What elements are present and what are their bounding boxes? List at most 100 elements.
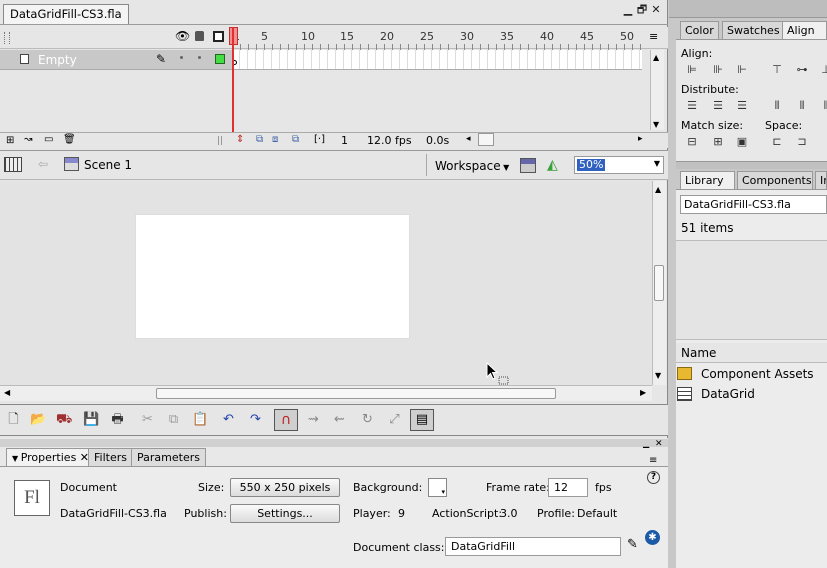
library-item[interactable]: DataGrid — [676, 384, 827, 404]
edit-multiple-icon[interactable]: ⧉ — [292, 134, 299, 145]
undo-icon[interactable]: ↶ — [221, 412, 236, 427]
space-vertical-icon[interactable]: ⊏ — [769, 135, 785, 149]
align-right-icon[interactable]: ⊩ — [734, 63, 750, 77]
visibility-dot-icon[interactable] — [180, 56, 183, 59]
lock-dot-icon[interactable] — [198, 56, 201, 59]
library-file-select[interactable]: DataGridFill-CS3.fla — [680, 195, 827, 214]
layer-frames[interactable] — [232, 50, 642, 70]
scroll-up-icon[interactable]: ▲ — [655, 185, 661, 194]
folder-icon[interactable]: ▭ — [44, 134, 53, 145]
edit-class-pencil-icon[interactable]: ✎ — [627, 537, 638, 552]
stage-hscroll-thumb[interactable] — [156, 388, 556, 399]
scroll-down-icon[interactable]: ▼ — [653, 120, 659, 129]
distribute-top-icon[interactable]: ☰ — [684, 99, 700, 113]
tab-components[interactable]: Components — [737, 171, 813, 189]
edit-symbols-icon[interactable]: ◭ — [547, 157, 558, 173]
workspace-menu[interactable]: Workspace ▼ — [435, 159, 509, 173]
library-name-column-header[interactable]: Name — [676, 343, 827, 363]
insert-layer-icon[interactable]: ⊞ — [6, 135, 14, 146]
align-bottom-icon[interactable]: ⊥ — [818, 63, 827, 77]
tab-parameters[interactable]: Parameters — [131, 448, 206, 466]
scroll-left-icon[interactable]: ◀ — [4, 388, 10, 397]
match-width-icon[interactable]: ⊟ — [684, 135, 700, 149]
print-icon[interactable]: 🖶 — [110, 412, 125, 427]
size-button[interactable]: 550 x 250 pixels — [230, 478, 340, 497]
tab-properties[interactable]: ▼ Properties ✕ — [6, 448, 96, 466]
close-icon[interactable]: ✕ — [650, 4, 662, 16]
panel-menu-icon[interactable]: ≡ — [649, 455, 657, 466]
timeline-menu-icon[interactable]: ≡ — [649, 30, 658, 43]
rotate-icon[interactable]: ↻ — [360, 412, 375, 427]
accessibility-icon[interactable]: ✱ — [645, 530, 660, 545]
align-left-icon[interactable]: ⊫ — [684, 63, 700, 77]
distribute-bottom-icon[interactable]: ☰ — [734, 99, 750, 113]
copy-icon[interactable]: ⧉ — [166, 412, 181, 427]
distribute-left-icon[interactable]: ⫴ — [769, 99, 785, 113]
scene-label[interactable]: Scene 1 — [84, 158, 132, 172]
cut-icon[interactable]: ✂ — [140, 412, 155, 427]
align-vcenter-icon[interactable]: ⊶ — [794, 63, 810, 77]
straighten-icon[interactable]: ⇜ — [332, 412, 347, 427]
zoom-dropdown-icon[interactable]: ▼ — [654, 159, 660, 168]
minimize-icon[interactable]: ▁ — [622, 4, 634, 16]
timeline-toggle-icon[interactable] — [4, 157, 22, 172]
tab-filters[interactable]: Filters — [88, 448, 133, 466]
onion-markers-icon[interactable]: [·] — [314, 134, 325, 145]
tab-color[interactable]: Color — [680, 21, 719, 39]
new-file-icon[interactable]: 🗋 — [6, 412, 21, 427]
help-icon[interactable]: ? — [647, 471, 660, 484]
outline-icon[interactable] — [213, 31, 224, 42]
paste-icon[interactable]: 📋 — [192, 412, 208, 427]
lock-icon[interactable] — [195, 31, 204, 41]
panel-close-icon[interactable]: ✕ — [655, 439, 663, 449]
align-top-icon[interactable]: ⊤ — [769, 63, 785, 77]
scroll-right-icon[interactable]: ▸ — [638, 134, 643, 144]
align-toggle-icon[interactable]: ▤ — [410, 409, 434, 431]
tab-library[interactable]: Library ✕ — [680, 171, 735, 204]
scroll-down-icon[interactable]: ▼ — [655, 371, 661, 380]
back-arrow-icon[interactable]: ⇦ — [38, 157, 48, 171]
stage[interactable] — [135, 214, 410, 339]
space-horizontal-icon[interactable]: ⊐ — [794, 135, 810, 149]
motion-guide-icon[interactable]: ↝ — [24, 134, 32, 145]
open-recent-icon[interactable]: ⛟ — [56, 412, 72, 427]
layer-color-swatch[interactable] — [215, 54, 225, 64]
edit-scene-icon[interactable] — [520, 158, 536, 173]
scroll-up-icon[interactable]: ▲ — [653, 53, 659, 62]
publish-settings-button[interactable]: Settings... — [230, 504, 340, 523]
tab-swatches[interactable]: Swatches — [722, 21, 785, 39]
match-height-icon[interactable]: ⊞ — [710, 135, 726, 149]
center-frame-icon[interactable]: ⇕ — [236, 134, 244, 145]
timeline-hscroll-thumb[interactable] — [478, 133, 494, 146]
library-item[interactable]: Component Assets — [676, 364, 827, 384]
tab-align[interactable]: Align ✕ — [782, 21, 827, 54]
trash-icon[interactable]: 🗑 — [63, 134, 76, 145]
snap-magnet-icon[interactable]: ∩ — [274, 409, 298, 431]
timeline-scrollbar[interactable] — [650, 50, 664, 130]
match-both-icon[interactable]: ▣ — [734, 135, 750, 149]
background-color-swatch[interactable]: ▾ — [428, 478, 447, 497]
frame-rate-input[interactable]: 12 — [548, 478, 588, 497]
open-folder-icon[interactable]: 📂 — [30, 412, 46, 427]
document-tab[interactable]: DataGridFill-CS3.fla — [3, 4, 129, 24]
scale-icon[interactable]: ⤢ — [387, 412, 402, 427]
restore-icon[interactable]: 🗗 — [636, 4, 648, 16]
layer-row[interactable] — [0, 50, 232, 70]
stage-vscroll-thumb[interactable] — [654, 265, 664, 301]
smooth-icon[interactable]: ⇝ — [306, 412, 321, 427]
tab-info[interactable]: In — [815, 171, 827, 189]
grip-handle[interactable] — [4, 32, 10, 44]
document-class-input[interactable]: DataGridFill — [445, 537, 621, 556]
onion-skin-icon[interactable]: ⧉ — [256, 134, 263, 145]
distribute-hcenter-icon[interactable]: ⫴ — [794, 99, 810, 113]
scroll-right-icon[interactable]: ▶ — [640, 388, 646, 397]
distribute-vcenter-icon[interactable]: ☰ — [710, 99, 726, 113]
zoom-value[interactable]: 50% — [577, 159, 606, 171]
eye-icon[interactable]: 👁 — [175, 30, 190, 42]
scroll-left-icon[interactable]: ◂ — [466, 134, 471, 144]
onion-outline-icon[interactable]: ⧈ — [272, 134, 278, 145]
layer-name[interactable]: Empty — [38, 53, 77, 67]
panel-min-icon[interactable]: ▁ — [643, 439, 649, 448]
redo-icon[interactable]: ↷ — [248, 412, 263, 427]
timeline-divider-handle[interactable] — [218, 136, 222, 145]
